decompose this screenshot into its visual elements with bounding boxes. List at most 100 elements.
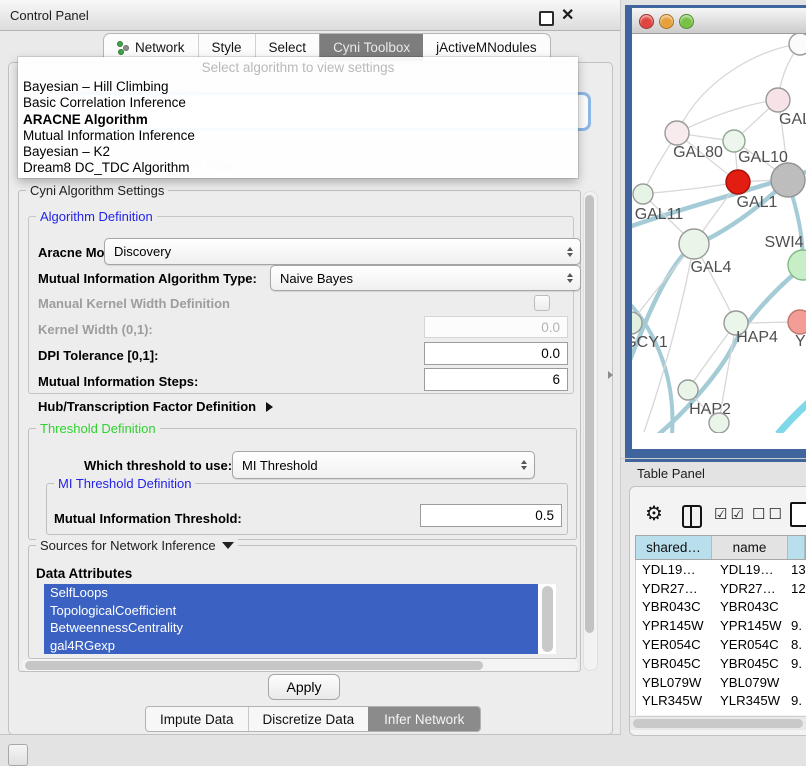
column-header[interactable]: name (712, 536, 788, 559)
dpi-tolerance-field[interactable] (424, 342, 568, 365)
table-horizontal-scrollbar[interactable] (630, 716, 806, 730)
algorithm-dropdown-popup: Select algorithm to view settings Bayesi… (18, 57, 578, 178)
network-node[interactable] (678, 380, 698, 400)
spinner-arrows-icon (567, 273, 573, 283)
node-label: GAL10 (738, 149, 788, 166)
table-cell: YER054C (636, 637, 712, 652)
algorithm-option[interactable]: Bayesian – Hill Climbing (18, 79, 578, 95)
gear-icon[interactable]: ⚙ (645, 501, 663, 526)
mi-algorithm-type-select[interactable]: Naive Bayes (270, 265, 581, 291)
network-node[interactable] (789, 34, 806, 55)
table-cell: 9. (788, 656, 802, 671)
column-header[interactable] (788, 536, 805, 559)
close-icon[interactable]: ✕ (561, 5, 574, 25)
zoom-traffic-light-icon[interactable] (679, 14, 694, 29)
table-row[interactable]: YBR043CYBR043C (636, 598, 806, 617)
deselect-all-icon[interactable]: ☐☐ (752, 505, 785, 523)
table-cell: 9 (788, 712, 798, 715)
network-node[interactable] (766, 88, 790, 112)
select-all-icon[interactable]: ☑☑ (714, 505, 747, 523)
corner-button[interactable] (8, 744, 28, 766)
network-node[interactable] (665, 121, 689, 145)
mi-steps-field[interactable] (424, 368, 568, 391)
network-canvas[interactable]: GAL2GAL80GAL10GAL1GAL11SWI4GAL4GCY1HAP4Y… (632, 34, 806, 449)
table-row[interactable]: YIL052CYIL052C9 (636, 710, 806, 715)
attribute-list-item[interactable]: gal4RGexp (44, 637, 538, 655)
document-icon[interactable] (790, 502, 806, 527)
network-node[interactable] (726, 170, 750, 194)
threshold-definition-title: Threshold Definition (36, 421, 160, 436)
table-row[interactable]: YDL19…YDL19…13 (636, 560, 806, 579)
aracne-mode-select[interactable]: Discovery (104, 238, 581, 265)
table-header-row[interactable]: shared…name (635, 535, 806, 560)
network-node[interactable] (679, 229, 709, 259)
table-cell: YBR043C (712, 599, 788, 614)
algorithm-option[interactable]: Dream8 DC_TDC Algorithm (18, 160, 578, 176)
table-row[interactable]: YPR145WYPR145W9. (636, 616, 806, 635)
table-cell: YLR345W (712, 693, 788, 708)
column-header[interactable]: shared… (636, 536, 712, 559)
table-cell: 9. (788, 693, 802, 708)
which-threshold-select[interactable]: MI Threshold (232, 451, 535, 479)
columns-icon[interactable] (682, 505, 702, 528)
control-panel-titlebar[interactable]: Control Panel ✕ (0, 0, 620, 31)
close-traffic-light-icon[interactable] (639, 14, 654, 29)
data-attributes-list[interactable]: SelfLoopsTopologicalCoefficientBetweenne… (44, 584, 556, 654)
minimize-traffic-light-icon[interactable] (659, 14, 674, 29)
network-node[interactable] (788, 310, 806, 334)
network-view-window[interactable]: GAL2GAL80GAL10GAL1GAL11SWI4GAL4GCY1HAP4Y… (625, 5, 806, 462)
manual-kernel-checkbox[interactable] (534, 295, 550, 311)
algorithm-definition-title: Algorithm Definition (36, 209, 157, 224)
node-label: GAL1 (737, 194, 778, 211)
settings-horizontal-scrollbar[interactable] (22, 659, 578, 671)
table-row[interactable]: YBL079WYBL079W (636, 673, 806, 692)
manual-kernel-width-label: Manual Kernel Width Definition (38, 296, 230, 311)
table-row[interactable]: YBR045CYBR045C9. (636, 654, 806, 673)
apply-button[interactable]: Apply (268, 674, 340, 700)
table-cell: YPR145W (712, 618, 788, 633)
mi-threshold-field[interactable] (420, 504, 562, 527)
network-icon (117, 41, 129, 54)
network-edge[interactable] (677, 100, 778, 133)
node-label: GCY1 (632, 334, 668, 351)
node-label: SWI4 (764, 234, 803, 251)
sources-group-title[interactable]: Sources for Network Inference (36, 538, 238, 553)
node-label: GAL11 (635, 206, 684, 223)
kernel-width-field[interactable] (424, 316, 568, 338)
node-table: shared…name YDL19…YDL19…13YDR27…YDR27…12… (635, 535, 806, 715)
cyni-bottom-tabbar: Impute Data Discretize Data Infer Networ… (145, 706, 481, 732)
spinner-arrows-icon (567, 247, 573, 257)
attributes-scrollbar[interactable] (542, 586, 553, 652)
network-edge[interactable] (778, 396, 806, 433)
tab-discretize-data[interactable]: Discretize Data (248, 707, 369, 731)
kernel-width-label: Kernel Width (0,1): (38, 322, 153, 337)
table-cell: YDL19… (636, 562, 712, 577)
table-cell: 9. (788, 618, 802, 633)
float-window-icon[interactable] (539, 11, 554, 26)
table-cell: YBL079W (636, 675, 712, 690)
algorithm-option[interactable]: ARACNE Algorithm (18, 112, 578, 128)
network-node[interactable] (633, 184, 653, 204)
hub-definition-toggle[interactable]: Hub/Transcription Factor Definition (38, 399, 273, 414)
tab-infer-network[interactable]: Infer Network (368, 707, 480, 731)
table-row[interactable]: YER054CYER054C8. (636, 635, 806, 654)
network-window-titlebar[interactable] (632, 8, 806, 34)
settings-vertical-scrollbar[interactable] (583, 191, 598, 671)
network-node[interactable] (709, 413, 729, 433)
table-cell: YDL19… (712, 562, 788, 577)
attribute-list-item[interactable]: TopologicalCoefficient (44, 602, 538, 620)
splitter-handle-icon[interactable] (608, 371, 613, 379)
table-cell: YBR045C (636, 656, 712, 671)
spinner-arrows-icon (521, 460, 527, 470)
algorithm-option[interactable]: Basic Correlation Inference (18, 95, 578, 111)
attribute-list-item[interactable]: BetweennessCentrality (44, 619, 538, 637)
table-panel-title: Table Panel (637, 466, 705, 481)
network-node[interactable] (771, 163, 805, 197)
network-edge[interactable] (643, 182, 738, 194)
attribute-list-item[interactable]: SelfLoops (44, 584, 538, 602)
tab-impute-data[interactable]: Impute Data (146, 707, 248, 731)
table-row[interactable]: YLR345WYLR345W9. (636, 692, 806, 711)
algorithm-option[interactable]: Mutual Information Inference (18, 128, 578, 144)
algorithm-option[interactable]: Bayesian – K2 (18, 144, 578, 160)
table-row[interactable]: YDR27…YDR27…12 (636, 579, 806, 598)
